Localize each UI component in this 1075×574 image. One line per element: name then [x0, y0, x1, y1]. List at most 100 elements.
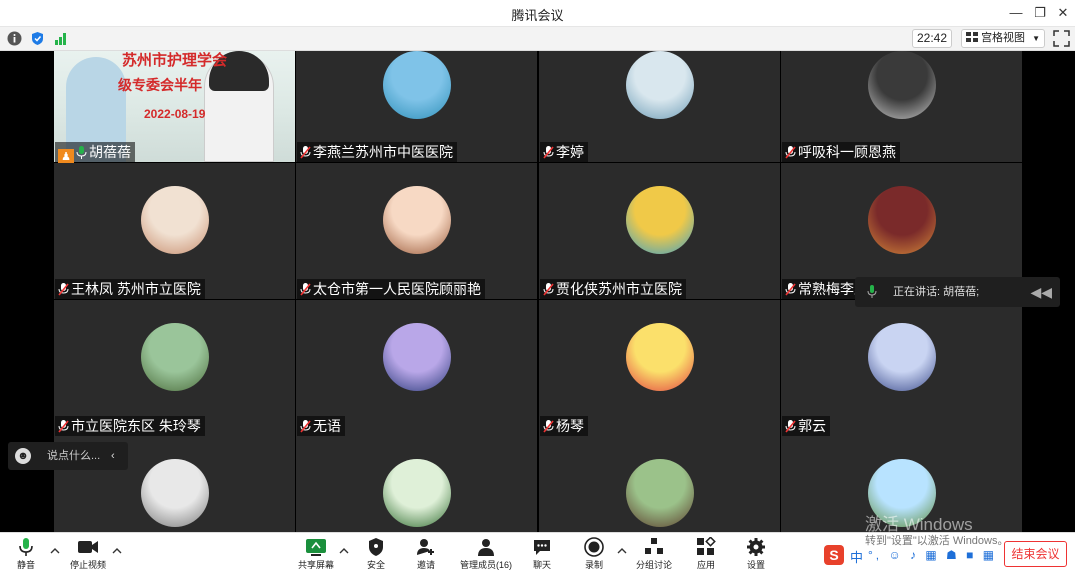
- ime-mode-label: 中: [850, 550, 864, 565]
- participant-nametag: 无语: [297, 416, 345, 436]
- participant-name: 贾化侠苏州市立医院: [556, 281, 682, 297]
- activate-windows-hint: 转到"设置"以激活 Windows。: [865, 535, 1009, 547]
- invite-button[interactable]: 邀请: [396, 535, 456, 573]
- participant-avatar: [383, 186, 451, 254]
- mic-muted-icon: [785, 283, 796, 296]
- participant-name: 杨琴: [556, 418, 584, 434]
- members-icon: [478, 539, 494, 556]
- shield-icon: [369, 538, 383, 556]
- participant-name: 李燕兰苏州市中医医院: [313, 144, 453, 160]
- settings-label: 设置: [746, 560, 765, 570]
- participant-avatar: [626, 323, 694, 391]
- participant-avatar: [626, 186, 694, 254]
- stop-video-button[interactable]: 停止视频: [58, 535, 118, 573]
- apps-icon: [697, 537, 716, 555]
- mic-muted-icon: [58, 420, 69, 433]
- window-title: 腾讯会议: [511, 8, 564, 23]
- chat-button[interactable]: 聊天: [512, 535, 572, 573]
- chevron-up-icon[interactable]: [112, 547, 122, 555]
- minimize-button[interactable]: —: [1005, 3, 1027, 23]
- participant-tile[interactable]: 李婷: [539, 51, 780, 162]
- mute-label: 静音: [16, 560, 35, 570]
- participant-nametag: 贾化侠苏州市立医院: [540, 279, 686, 299]
- mic-muted-icon: [785, 420, 796, 433]
- chevron-down-icon: ▼: [1032, 34, 1041, 43]
- mic-muted-icon: [543, 283, 554, 296]
- mute-button[interactable]: 静音: [0, 535, 56, 573]
- participant-tile[interactable]: 王林凤 苏州市立医院: [54, 163, 295, 299]
- signal-icon[interactable]: [53, 31, 68, 46]
- participant-tile[interactable]: [296, 436, 537, 532]
- participant-avatar: [868, 51, 936, 119]
- mic-icon: [867, 285, 877, 298]
- gallery-view-dropdown[interactable]: 宫格视图 ▼: [961, 29, 1045, 48]
- participant-name: 王林凤 苏州市立医院: [71, 281, 201, 297]
- emoji-icon[interactable]: ☻: [15, 448, 31, 464]
- participant-avatar: [626, 51, 694, 119]
- participant-tile[interactable]: 呼吸科一顾恩燕: [781, 51, 1022, 162]
- share-screen-button[interactable]: 共享屏幕: [286, 535, 346, 573]
- info-icon[interactable]: [7, 31, 22, 46]
- participant-tile[interactable]: 市立医院东区 朱玲琴: [54, 300, 295, 436]
- participant-tile[interactable]: 郭云: [781, 300, 1022, 436]
- title-bar: 腾讯会议 — ❐ ✕: [0, 0, 1075, 27]
- participant-nametag: 郭云: [782, 416, 830, 436]
- breakout-label: 分组讨论: [635, 560, 672, 570]
- collapse-arrows-icon[interactable]: ◀◀: [1030, 277, 1052, 307]
- sogou-logo-icon: S: [824, 545, 844, 565]
- microphone-icon: [19, 538, 33, 556]
- participant-nametag: 太仓市第一人民医院顾丽艳: [297, 279, 485, 299]
- fullscreen-icon[interactable]: [1053, 30, 1070, 47]
- mic-muted-icon: [58, 283, 69, 296]
- share-screen-icon: [306, 539, 326, 556]
- participant-avatar: [141, 323, 209, 391]
- share-screen-label: 共享屏幕: [297, 560, 334, 570]
- end-meeting-button[interactable]: 结束会议: [1004, 541, 1067, 567]
- chat-input-placeholder: 说点什么...: [47, 450, 101, 462]
- participant-nametag: 李婷: [540, 142, 588, 162]
- participant-tile[interactable]: 杨琴: [539, 300, 780, 436]
- chevron-left-icon[interactable]: ‹: [111, 442, 115, 470]
- mic-muted-icon: [785, 146, 796, 159]
- participant-name: 胡蓓蓓: [89, 144, 131, 160]
- participant-avatar: [383, 323, 451, 391]
- record-button[interactable]: 录制: [564, 535, 624, 573]
- breakout-rooms-button[interactable]: 分组讨论: [624, 535, 684, 573]
- participant-tile[interactable]: [539, 436, 780, 532]
- grid-icon: [966, 32, 978, 42]
- speaking-indicator: 正在讲话: 胡蓓蓓; ◀◀: [855, 277, 1060, 307]
- restore-button[interactable]: ❐: [1029, 3, 1051, 23]
- participant-name: 郭云: [798, 418, 826, 434]
- settings-button[interactable]: 设置: [726, 535, 786, 573]
- participant-avatar: [141, 186, 209, 254]
- meeting-clock: 22:42: [912, 29, 952, 48]
- participant-avatar: [141, 459, 209, 527]
- mic-muted-icon: [300, 146, 311, 159]
- participant-avatar: [626, 459, 694, 527]
- record-icon: [584, 537, 604, 557]
- participant-tile[interactable]: 李燕兰苏州市中医医院: [296, 51, 537, 162]
- participant-avatar: [868, 323, 936, 391]
- participant-nametag: 杨琴: [540, 416, 588, 436]
- chat-icon: [534, 540, 550, 555]
- participant-avatar: [383, 459, 451, 527]
- ime-icons: °, ☺ ♪ ▦ ☗ ■ ▦: [868, 548, 998, 562]
- participant-tile[interactable]: 太仓市第一人民医院顾丽艳: [296, 163, 537, 299]
- gear-icon: [747, 538, 765, 556]
- participant-name: 无语: [313, 418, 341, 434]
- participant-name: 呼吸科一顾恩燕: [798, 144, 896, 160]
- participant-tile[interactable]: 无语: [296, 300, 537, 436]
- invite-label: 邀请: [416, 560, 435, 570]
- chat-quick-input[interactable]: ☻ 说点什么... ‹: [8, 442, 128, 470]
- record-label: 录制: [584, 560, 603, 570]
- shield-icon[interactable]: [30, 31, 45, 46]
- mic-muted-icon: [300, 283, 311, 296]
- ime-toolbar[interactable]: S 中 °, ☺ ♪ ▦ ☗ ■ ▦: [822, 545, 1000, 567]
- info-bar: 22:42 宫格视图 ▼: [0, 27, 1075, 51]
- stop-video-label: 停止视频: [69, 560, 106, 570]
- manage-members-button[interactable]: 管理成员(16): [454, 535, 518, 573]
- participant-tile[interactable]: 贾化侠苏州市立医院: [539, 163, 780, 299]
- close-button[interactable]: ✕: [1052, 3, 1074, 23]
- participant-nametag: 李燕兰苏州市中医医院: [297, 142, 457, 162]
- participant-tile[interactable]: 苏州市护理学会 级专委会半年 2022-08-19 ♟ 胡蓓蓓: [54, 51, 295, 165]
